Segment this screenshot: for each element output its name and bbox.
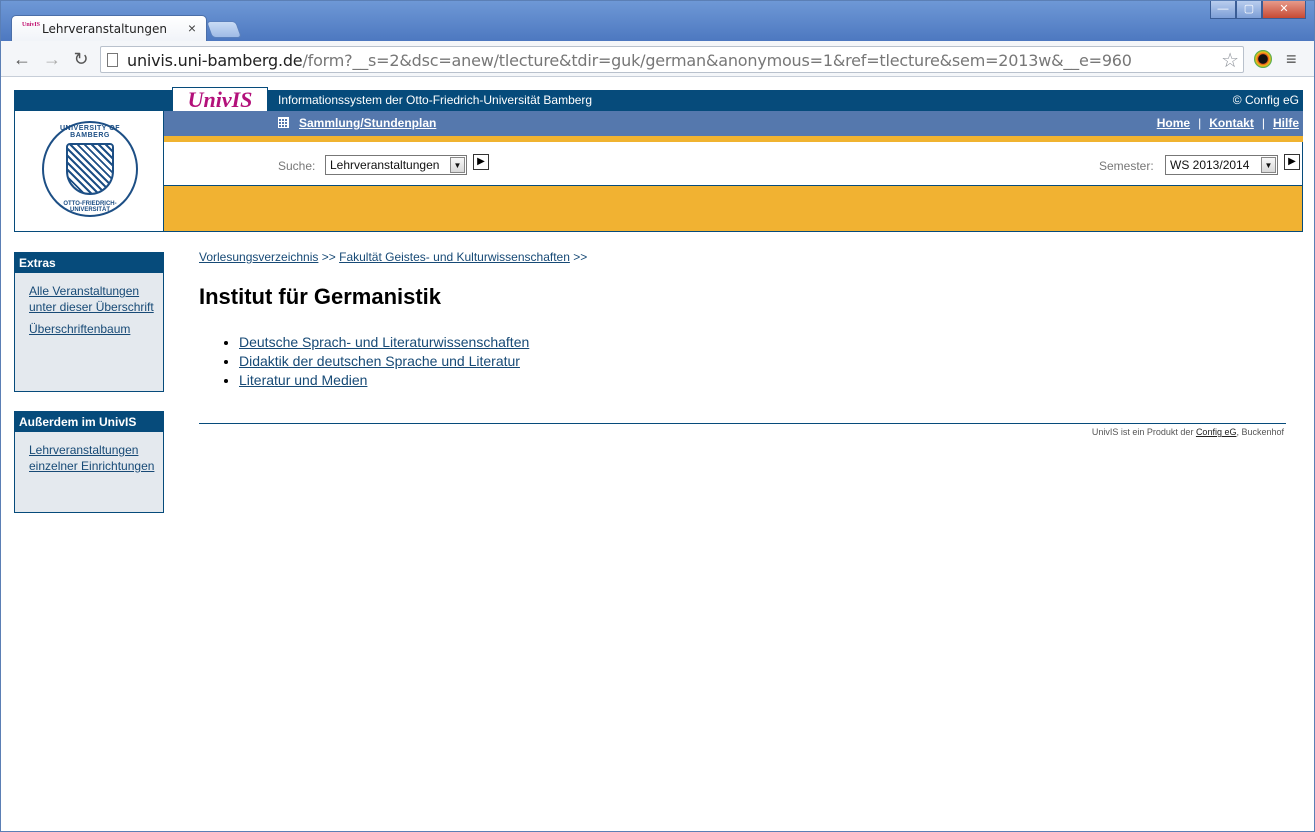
help-link[interactable]: Hilfe xyxy=(1273,116,1299,130)
subject-link[interactable]: Didaktik der deutschen Sprache und Liter… xyxy=(239,353,520,369)
forward-button[interactable]: → xyxy=(42,49,62,69)
browser-toolbar: ← → ↻ univis.uni-bamberg.de/form?__s=2&d… xyxy=(1,41,1314,77)
web-page: UNIVERSITY OF BAMBERG OTTO-FRIEDRICH-UNI… xyxy=(1,78,1314,831)
url-host: univis.uni-bamberg.de xyxy=(127,51,303,70)
header-orange-band xyxy=(164,185,1303,232)
minimize-button[interactable]: — xyxy=(1210,1,1236,19)
browser-window: UnivIS Lehrveranstaltungen × — ▢ ✕ ← → ↻… xyxy=(0,0,1315,832)
more-links: Lehrveranstaltungen einzelner Einrichtun… xyxy=(15,432,163,490)
semester-go-button[interactable]: ▶ xyxy=(1284,154,1300,170)
reload-button[interactable]: ↻ xyxy=(71,49,91,69)
university-seal-icon[interactable]: UNIVERSITY OF BAMBERG OTTO-FRIEDRICH-UNI… xyxy=(42,121,138,217)
top-navigation: Home | Kontakt | Hilfe xyxy=(1157,116,1299,130)
list-item: Literatur und Medien xyxy=(239,371,529,390)
collection-schedule-link[interactable]: Sammlung/Stundenplan xyxy=(299,116,436,130)
extras-title: Extras xyxy=(15,253,163,273)
footer: UnivIS ist ein Produkt der Config eG, Bu… xyxy=(1092,427,1284,437)
subject-list: Deutsche Sprach- und Literaturwissenscha… xyxy=(219,333,529,390)
search-label: Suche: xyxy=(278,159,316,173)
courses-by-institution-link[interactable]: Lehrveranstaltungen einzelner Einrichtun… xyxy=(29,442,155,474)
footer-divider xyxy=(199,423,1286,424)
semester-label: Semester: xyxy=(1099,159,1154,173)
new-tab-button[interactable] xyxy=(205,21,243,38)
contact-link[interactable]: Kontakt xyxy=(1209,116,1254,130)
semester-select[interactable]: WS 2013/2014 ▼ xyxy=(1165,155,1278,175)
maximize-button[interactable]: ▢ xyxy=(1236,1,1262,19)
subject-link[interactable]: Literatur und Medien xyxy=(239,372,367,388)
seal-bottom-text: OTTO-FRIEDRICH-UNIVERSITÄT xyxy=(63,201,117,213)
url-path: /form?__s=2&dsc=anew/tlecture&tdir=guk/g… xyxy=(302,51,1132,70)
close-window-button[interactable]: ✕ xyxy=(1262,1,1306,19)
tab-close-icon[interactable]: × xyxy=(188,20,196,36)
header-copyright: © Config eG xyxy=(1232,93,1299,107)
browser-tab[interactable]: UnivIS Lehrveranstaltungen × xyxy=(11,15,207,42)
univis-logo[interactable]: UnivIS xyxy=(172,87,268,113)
search-type-select[interactable]: Lehrveranstaltungen ▼ xyxy=(325,155,467,175)
university-logo-box: UNIVERSITY OF BAMBERG OTTO-FRIEDRICH-UNI… xyxy=(14,90,164,232)
header-nav-bar: Sammlung/Stundenplan Home | Kontakt | Hi… xyxy=(164,111,1303,136)
page-icon xyxy=(107,53,118,67)
home-link[interactable]: Home xyxy=(1157,116,1190,130)
breadcrumb-separator: >> xyxy=(321,250,336,264)
search-go-button[interactable]: ▶ xyxy=(473,154,489,170)
chevron-down-icon[interactable]: ▼ xyxy=(1261,157,1276,173)
back-button[interactable]: ← xyxy=(12,49,32,69)
all-courses-link[interactable]: Alle Veranstaltungen unter dieser Übersc… xyxy=(29,283,155,315)
header-title: Informationssystem der Otto-Friedrich-Un… xyxy=(278,93,593,107)
list-item: Deutsche Sprach- und Literaturwissenscha… xyxy=(239,333,529,352)
calendar-grid-icon xyxy=(278,117,289,128)
list-item: Didaktik der deutschen Sprache und Liter… xyxy=(239,352,529,371)
breadcrumb-separator: >> xyxy=(573,250,588,264)
footer-text: UnivIS ist ein Produkt der xyxy=(1091,427,1196,437)
breadcrumb: Vorlesungsverzeichnis >> Fakultät Geiste… xyxy=(199,250,587,264)
semester-value: WS 2013/2014 xyxy=(1170,158,1250,172)
subject-link[interactable]: Deutsche Sprach- und Literaturwissenscha… xyxy=(239,334,529,350)
more-in-univis-box: Außerdem im UnivIS Lehrveranstaltungen e… xyxy=(14,411,164,513)
footer-text-end: , Buckenhof xyxy=(1236,427,1284,437)
breadcrumb-faculty[interactable]: Fakultät Geistes- und Kulturwissenschaft… xyxy=(339,250,570,264)
logo-top-bar xyxy=(15,91,163,111)
heading-tree-link[interactable]: Überschriftenbaum xyxy=(29,321,155,337)
search-type-value: Lehrveranstaltungen xyxy=(330,158,440,172)
seal-top-text: UNIVERSITY OF BAMBERG xyxy=(59,125,121,139)
nav-separator: | xyxy=(1198,116,1202,130)
bookmark-star-icon[interactable]: ☆ xyxy=(1221,48,1239,73)
univis-favicon-icon: UnivIS xyxy=(22,22,41,28)
header-top-bar: UnivIS Informationssystem der Otto-Fried… xyxy=(164,87,1303,113)
page-title: Institut für Germanistik xyxy=(199,284,442,309)
tab-title: Lehrveranstaltungen xyxy=(42,22,167,36)
title-bar: UnivIS Lehrveranstaltungen × — ▢ ✕ xyxy=(1,1,1314,42)
nav-separator: | xyxy=(1261,116,1265,130)
breadcrumb-course-catalog[interactable]: Vorlesungsverzeichnis xyxy=(199,250,318,264)
url-text[interactable]: univis.uni-bamberg.de/form?__s=2&dsc=ane… xyxy=(127,51,1132,70)
browser-menu-icon[interactable]: ≡ xyxy=(1286,49,1297,70)
window-controls: — ▢ ✕ xyxy=(1210,1,1306,19)
extras-links: Alle Veranstaltungen unter dieser Übersc… xyxy=(15,273,163,353)
config-eg-link[interactable]: Config eG xyxy=(1196,427,1237,437)
extras-box: Extras Alle Veranstaltungen unter dieser… xyxy=(14,252,164,392)
extension-icon[interactable] xyxy=(1254,50,1272,68)
search-bar: Suche: Lehrveranstaltungen ▼ ▶ Semester:… xyxy=(164,142,1303,185)
seal-coat-of-arms xyxy=(66,143,114,195)
chevron-down-icon[interactable]: ▼ xyxy=(450,157,465,173)
address-bar[interactable]: univis.uni-bamberg.de/form?__s=2&dsc=ane… xyxy=(100,46,1244,73)
more-in-univis-title: Außerdem im UnivIS xyxy=(15,412,163,432)
